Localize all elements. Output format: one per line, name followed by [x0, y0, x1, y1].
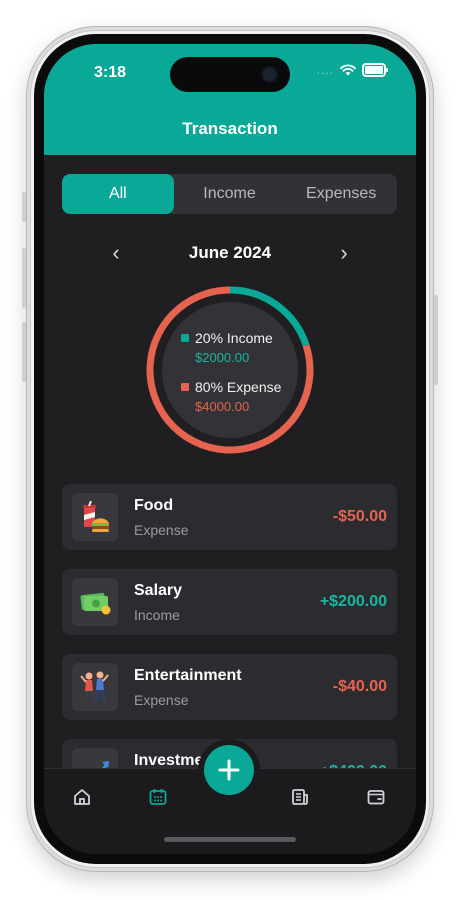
- transaction-title: Entertainment: [134, 667, 242, 684]
- home-icon: [74, 789, 90, 805]
- power-button: [434, 295, 438, 385]
- add-icon: [218, 759, 240, 781]
- expense-amount: $4000.00: [195, 399, 250, 414]
- header: 3:18 .... Transaction: [44, 44, 416, 155]
- home-indicator: [164, 837, 296, 842]
- nav-wallet[interactable]: [362, 783, 390, 811]
- transaction-amount: -$50.00: [332, 508, 387, 525]
- transaction-title: Food: [134, 497, 174, 514]
- transaction-type: Expense: [134, 522, 189, 538]
- expense-label: 80% Expense: [195, 379, 282, 395]
- bottom-nav: [44, 745, 416, 854]
- status-time: 3:18: [94, 64, 127, 81]
- transaction-title: Salary: [134, 582, 183, 599]
- nav-report[interactable]: [286, 783, 314, 811]
- income-swatch: [181, 334, 189, 342]
- salary-icon: [72, 578, 118, 626]
- income-amount: $2000.00: [195, 350, 250, 365]
- legend-income: 20% Income: [181, 330, 301, 346]
- transaction-item-entertainment[interactable]: Entertainment Expense -$40.00: [62, 654, 397, 720]
- expense-swatch: [181, 383, 189, 391]
- nav-calendar[interactable]: [144, 783, 172, 811]
- tab-income[interactable]: Income: [174, 174, 286, 214]
- volume-down-button: [22, 322, 26, 382]
- transaction-amount: -$40.00: [332, 678, 387, 695]
- month-nav: ‹ June 2024 ›: [104, 239, 356, 267]
- month-label: June 2024: [188, 243, 272, 262]
- transaction-item-food[interactable]: Food Expense -$50.00: [62, 484, 397, 550]
- camera-icon: [263, 68, 276, 81]
- add-transaction-button[interactable]: [204, 745, 254, 795]
- chevron-left-icon[interactable]: ‹: [104, 240, 128, 266]
- app-screen: 3:18 .... Transaction All Income Expense…: [44, 44, 416, 854]
- page-title: Transaction: [182, 119, 278, 138]
- wallet-icon: [367, 790, 385, 805]
- tab-all[interactable]: All: [62, 174, 174, 214]
- report-icon: [292, 789, 308, 805]
- transaction-amount: +$200.00: [319, 593, 387, 610]
- signal-icon: ....: [316, 63, 334, 77]
- volume-up-button: [22, 248, 26, 308]
- calendar-icon: [149, 789, 167, 805]
- dynamic-island: [170, 57, 290, 92]
- status-icons: ....: [316, 63, 388, 77]
- transaction-item-salary[interactable]: Salary Income +$200.00: [62, 569, 397, 635]
- battery-icon: [362, 63, 388, 77]
- wifi-icon: [340, 64, 356, 76]
- action-button: [22, 192, 26, 222]
- nav-home[interactable]: [68, 783, 96, 811]
- filter-tabs: All Income Expenses: [62, 174, 397, 214]
- entertainment-icon: [72, 663, 118, 711]
- donut-legend: 20% Income $2000.00 80% Expense $4000.00: [181, 330, 301, 414]
- transaction-type: Expense: [134, 692, 189, 708]
- chevron-right-icon[interactable]: ›: [332, 240, 356, 266]
- transaction-type: Income: [134, 607, 180, 623]
- tab-expenses[interactable]: Expenses: [285, 174, 397, 214]
- food-icon: [72, 493, 118, 541]
- legend-expense: 80% Expense: [181, 379, 301, 395]
- income-label: 20% Income: [195, 330, 273, 346]
